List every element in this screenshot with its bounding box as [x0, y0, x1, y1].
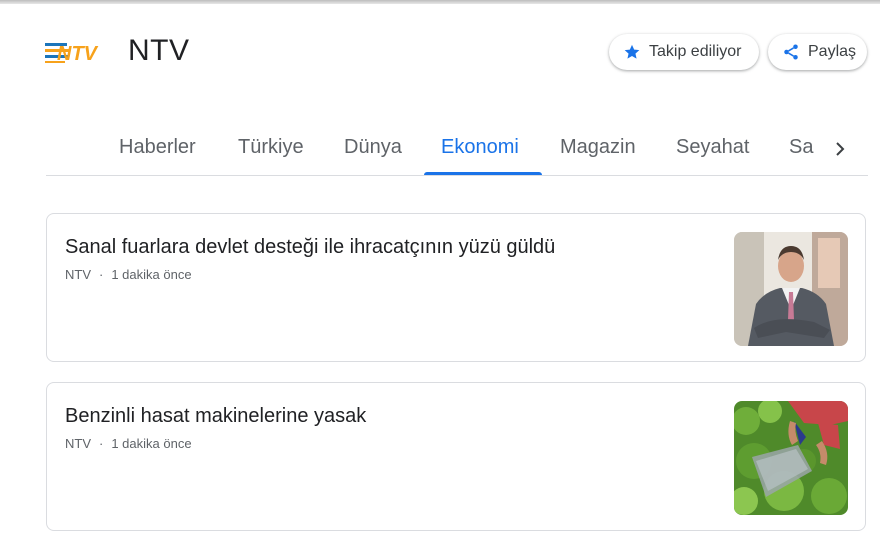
article-meta: NTV · 1 dakika önce — [65, 267, 192, 282]
article-source: NTV — [65, 436, 91, 451]
window-top-edge — [0, 0, 880, 4]
publication-title: NTV — [128, 34, 190, 67]
article-meta: NTV · 1 dakika önce — [65, 436, 192, 451]
tab-dunya[interactable]: Dünya — [344, 136, 402, 159]
article-card[interactable]: Sanal fuarlara devlet desteği ile ihraca… — [46, 213, 866, 362]
tabs-divider — [46, 175, 868, 176]
share-button[interactable]: Paylaş — [768, 34, 867, 70]
article-thumbnail-tea-harvest[interactable] — [734, 401, 848, 515]
logo-text: NTV — [57, 43, 99, 65]
meta-separator: · — [99, 267, 104, 282]
star-icon — [624, 44, 640, 59]
article-headline[interactable]: Sanal fuarlara devlet desteği ile ihraca… — [65, 236, 555, 259]
share-icon — [784, 44, 798, 60]
ntv-logo: NTV — [45, 43, 99, 65]
section-tabs: Haberler Türkiye Dünya Ekonomi Magazin S… — [0, 126, 880, 176]
chevron-right-icon[interactable] — [828, 137, 852, 161]
article-thumbnail-businessman[interactable] — [734, 232, 848, 346]
article-time: 1 dakika önce — [111, 267, 192, 282]
tab-seyahat[interactable]: Seyahat — [676, 136, 749, 159]
article-source: NTV — [65, 267, 91, 282]
tab-turkiye[interactable]: Türkiye — [238, 136, 304, 159]
tab-sa-partial[interactable]: Sa — [789, 136, 813, 159]
tab-magazin[interactable]: Magazin — [560, 136, 636, 159]
share-label: Paylaş — [808, 43, 857, 60]
article-card[interactable]: Benzinli hasat makinelerine yasak NTV · 1 … — [46, 382, 866, 531]
tab-ekonomi[interactable]: Ekonomi — [441, 136, 519, 159]
article-headline[interactable]: Benzinli hasat makinelerine yasak — [65, 405, 366, 428]
follow-label: Takip ediliyor — [649, 43, 742, 60]
article-time: 1 dakika önce — [111, 436, 192, 451]
tab-haberler[interactable]: Haberler — [119, 136, 196, 159]
tab-overflow-clip: Sa — [770, 126, 826, 174]
meta-separator: · — [99, 436, 104, 451]
follow-button[interactable]: Takip ediliyor — [609, 34, 759, 70]
